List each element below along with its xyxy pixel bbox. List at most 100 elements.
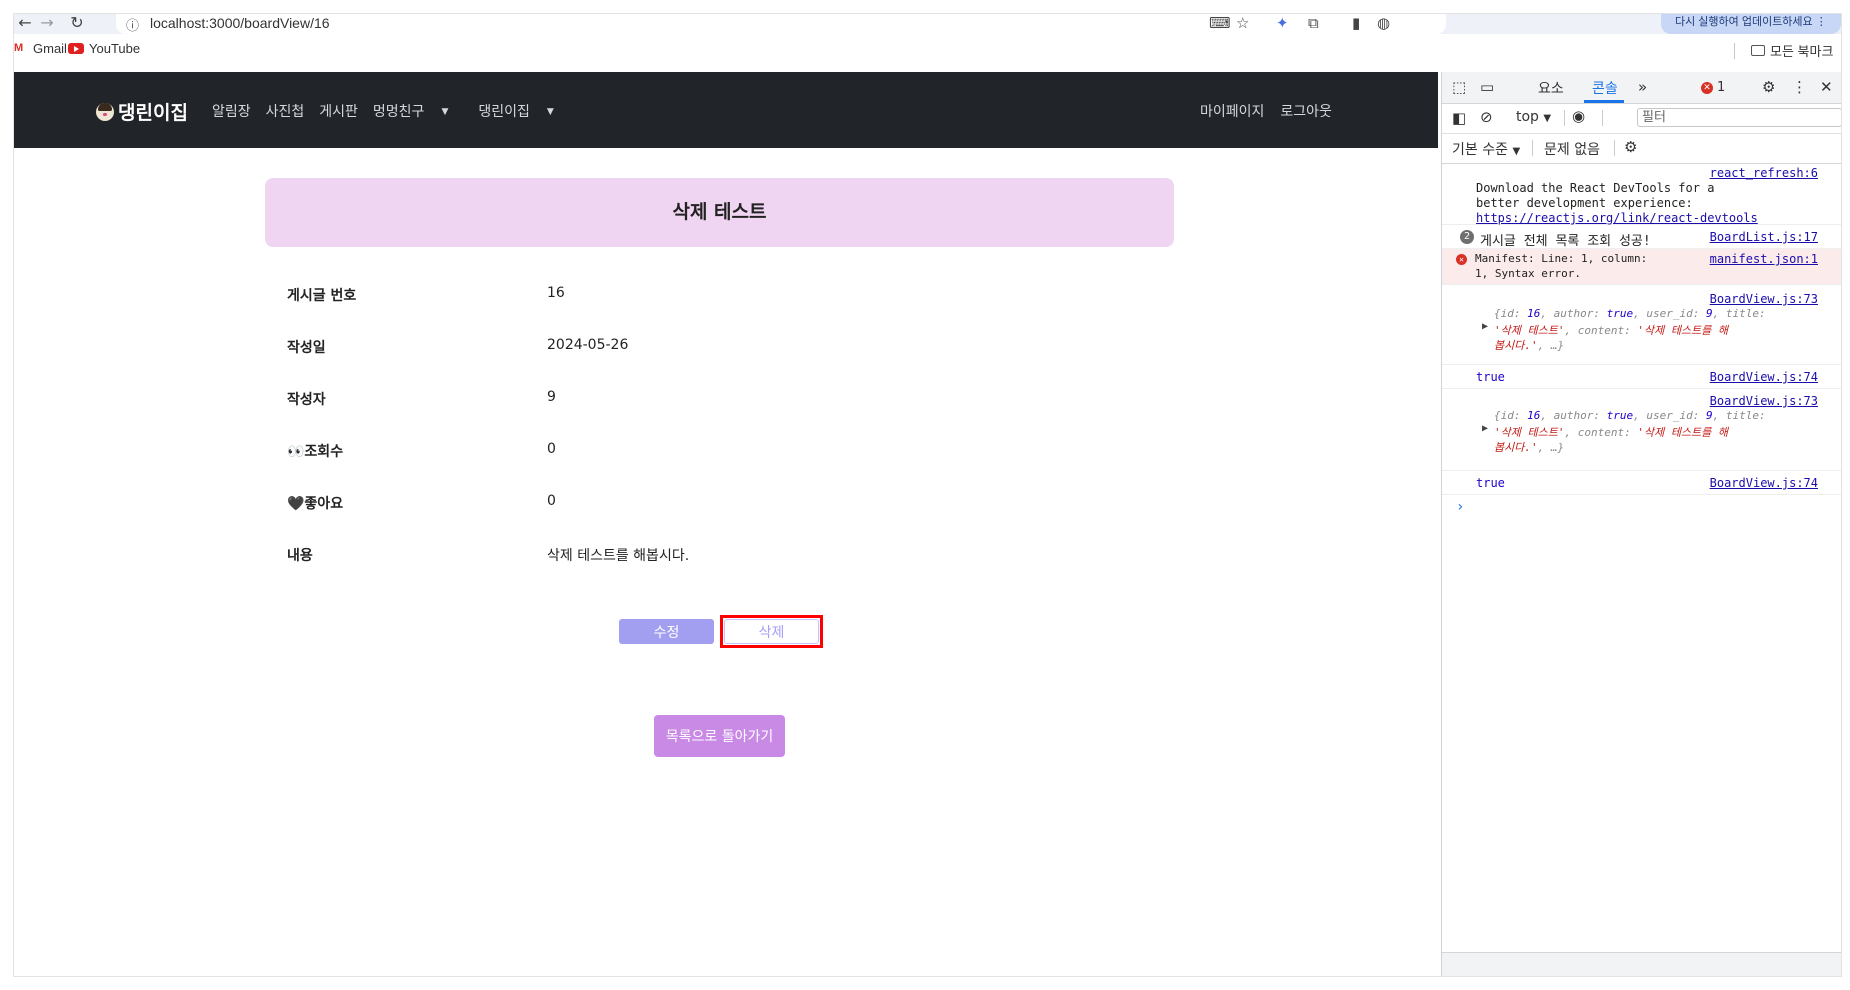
- caret-down-icon: ▼: [1512, 146, 1521, 157]
- all-bookmarks-button[interactable]: 모든 북마크: [1751, 41, 1833, 60]
- devtools-tabbar: ⬚ ▭ 요소 콘솔 » ✕ 1 ⚙ ⋮ ✕: [1442, 72, 1841, 104]
- message-text: better development experience:: [1476, 196, 1693, 210]
- close-icon[interactable]: ✕: [1820, 78, 1833, 96]
- eye-icon[interactable]: ◉: [1572, 107, 1585, 125]
- bookmarks-bar: M Gmail YouTube 모든 북마크: [14, 34, 1841, 66]
- bookmark-label: Gmail: [33, 41, 67, 56]
- console-error-message: ✕ Manifest: Line: 1, column: 1, Syntax e…: [1442, 249, 1841, 285]
- logout-link[interactable]: 로그아웃: [1280, 101, 1332, 121]
- devtools-link[interactable]: https://reactjs.org/link/react-devtools: [1476, 211, 1758, 225]
- back-to-list-button[interactable]: 목록으로 돌아가기: [654, 715, 785, 757]
- field-label: 게시글 번호: [287, 288, 357, 304]
- side-panel-icon[interactable]: ▮: [1352, 14, 1360, 34]
- field-value: 0: [547, 441, 556, 457]
- field-value: 9: [547, 389, 556, 405]
- source-link[interactable]: BoardList.js:17: [1710, 230, 1818, 244]
- context-selector[interactable]: top ▼: [1516, 109, 1551, 125]
- object-preview: '삭제 테스트', content: '삭제 테스트를 해: [1494, 426, 1729, 439]
- settings-gear-icon[interactable]: ⚙: [1762, 78, 1775, 96]
- console-message: react_refresh:6 Download the React DevTo…: [1442, 163, 1841, 225]
- nav-item-photos[interactable]: 사진첩: [266, 101, 305, 121]
- source-link[interactable]: manifest.json:1: [1710, 252, 1818, 266]
- message-text: true: [1476, 370, 1505, 384]
- devtools-drawer-bar: [1442, 952, 1841, 976]
- translate-icon[interactable]: ⌨: [1209, 14, 1231, 34]
- bookmark-star-icon[interactable]: ☆: [1236, 14, 1249, 34]
- field-label: 작성일: [287, 340, 326, 356]
- browser-toolbar: ← → ↻ ⓘ localhost:3000/boardView/16 ⌨ ☆ …: [14, 14, 1841, 34]
- issues-button[interactable]: 문제 없음: [1544, 139, 1600, 159]
- youtube-icon: [68, 43, 84, 54]
- nav-item-daycare[interactable]: 댕린이집 ▼: [478, 101, 568, 121]
- tab-elements[interactable]: 요소: [1538, 78, 1564, 98]
- object-preview[interactable]: {id: 16, author: true, user_id: 9, title…: [1494, 409, 1766, 422]
- reload-icon[interactable]: ↻: [66, 14, 88, 34]
- console-message: BoardView.js:73 ▶ {id: 16, author: true,…: [1442, 389, 1841, 471]
- brand-link[interactable]: 댕린이집: [96, 98, 188, 125]
- folder-icon: [1751, 45, 1765, 56]
- profile-avatar-icon[interactable]: ◍: [1377, 14, 1390, 34]
- puzzle-icon[interactable]: ⧉: [1308, 14, 1319, 34]
- source-link[interactable]: BoardView.js:73: [1710, 394, 1818, 408]
- message-text: Download the React DevTools for a: [1476, 181, 1715, 195]
- bookmark-gmail[interactable]: M Gmail: [14, 41, 67, 56]
- mypage-link[interactable]: 마이페이지: [1200, 101, 1264, 121]
- expand-triangle-icon[interactable]: ▶: [1482, 321, 1488, 332]
- prompt-chevron-icon: ›: [1456, 499, 1465, 515]
- console-filter-input[interactable]: 필터: [1637, 108, 1841, 127]
- more-tabs-icon[interactable]: »: [1638, 78, 1647, 96]
- console-message: 2 게시글 전체 목록 조회 성공! BoardList.js:17: [1442, 225, 1841, 249]
- toolbar-divider: [1602, 110, 1603, 126]
- object-preview[interactable]: {id: 16, author: true, user_id: 9, title…: [1494, 307, 1766, 320]
- expand-triangle-icon[interactable]: ▶: [1482, 423, 1488, 434]
- level-label: 기본 수준: [1452, 142, 1508, 158]
- update-button[interactable]: 다시 실행하여 업데이트하세요 ⋮: [1661, 14, 1841, 34]
- address-url: localhost:3000/boardView/16: [150, 15, 330, 31]
- post-title: 삭제 테스트: [265, 178, 1174, 247]
- brand-name: 댕린이집: [118, 102, 188, 124]
- console-prompt[interactable]: ›: [1442, 499, 1841, 523]
- extension-icon[interactable]: ✦: [1276, 14, 1289, 34]
- inspect-element-icon[interactable]: ⬚: [1452, 78, 1466, 96]
- source-link[interactable]: BoardView.js:74: [1710, 476, 1818, 490]
- toolbar-divider: [1532, 140, 1533, 156]
- device-toggle-icon[interactable]: ▭: [1480, 78, 1494, 96]
- site-info-icon[interactable]: ⓘ: [126, 15, 139, 34]
- main-menu: 알림장 사진첩 게시판 멍멍친구 ▼ 댕린이집 ▼: [212, 101, 584, 121]
- browser-window: ← → ↻ ⓘ localhost:3000/boardView/16 ⌨ ☆ …: [14, 14, 1841, 976]
- kebab-menu-icon[interactable]: ⋮: [1792, 78, 1807, 96]
- source-link[interactable]: BoardView.js:73: [1710, 292, 1818, 306]
- field-label: 작성자: [287, 392, 326, 408]
- console-output: react_refresh:6 Download the React DevTo…: [1442, 163, 1841, 943]
- caret-down-icon: ▼: [441, 107, 449, 117]
- console-settings-icon[interactable]: ⚙: [1624, 138, 1637, 156]
- message-text: true: [1476, 476, 1505, 490]
- nav-item-dog-friends[interactable]: 멍멍친구 ▼: [373, 101, 463, 121]
- tab-console[interactable]: 콘솔: [1592, 78, 1618, 98]
- forward-arrow-icon[interactable]: →: [36, 14, 58, 34]
- console-toolbar-secondary: 기본 수준 ▼ 문제 없음 ⚙: [1442, 133, 1841, 164]
- puppy-logo-icon: [96, 102, 114, 121]
- sidebar-toggle-icon[interactable]: ◧: [1452, 109, 1466, 127]
- bookmark-youtube[interactable]: YouTube: [68, 41, 140, 56]
- source-link[interactable]: react_refresh:6: [1710, 166, 1818, 180]
- field-value: 2024-05-26: [547, 337, 629, 353]
- back-arrow-icon[interactable]: ←: [14, 14, 36, 34]
- edit-button[interactable]: 수정: [619, 619, 714, 644]
- source-link[interactable]: BoardView.js:74: [1710, 370, 1818, 384]
- log-level-dropdown[interactable]: 기본 수준 ▼: [1452, 139, 1520, 159]
- message-text: 게시글 전체 목록 조회 성공!: [1480, 234, 1651, 249]
- error-count: 1: [1717, 80, 1726, 95]
- object-preview: '삭제 테스트', content: '삭제 테스트를 해: [1494, 324, 1729, 337]
- app-navbar: 댕린이집 알림장 사진첩 게시판 멍멍친구 ▼ 댕린이집 ▼ 마이페이지 로그아웃: [14, 72, 1438, 148]
- console-message: BoardView.js:73 ▶ {id: 16, author: true,…: [1442, 285, 1841, 365]
- error-icon: ✕: [1701, 81, 1713, 94]
- field-label: 내용: [287, 548, 313, 564]
- nav-item-board[interactable]: 게시판: [319, 101, 358, 121]
- web-page: 댕린이집 알림장 사진첩 게시판 멍멍친구 ▼ 댕린이집 ▼ 마이페이지 로그아웃 …: [14, 72, 1438, 976]
- nav-item-notice[interactable]: 알림장: [212, 101, 251, 121]
- error-count-badge[interactable]: ✕ 1: [1701, 80, 1725, 95]
- clear-console-icon[interactable]: ⊘: [1480, 108, 1493, 126]
- field-label: 👀조회수: [287, 444, 344, 460]
- bookmark-label: YouTube: [89, 41, 141, 56]
